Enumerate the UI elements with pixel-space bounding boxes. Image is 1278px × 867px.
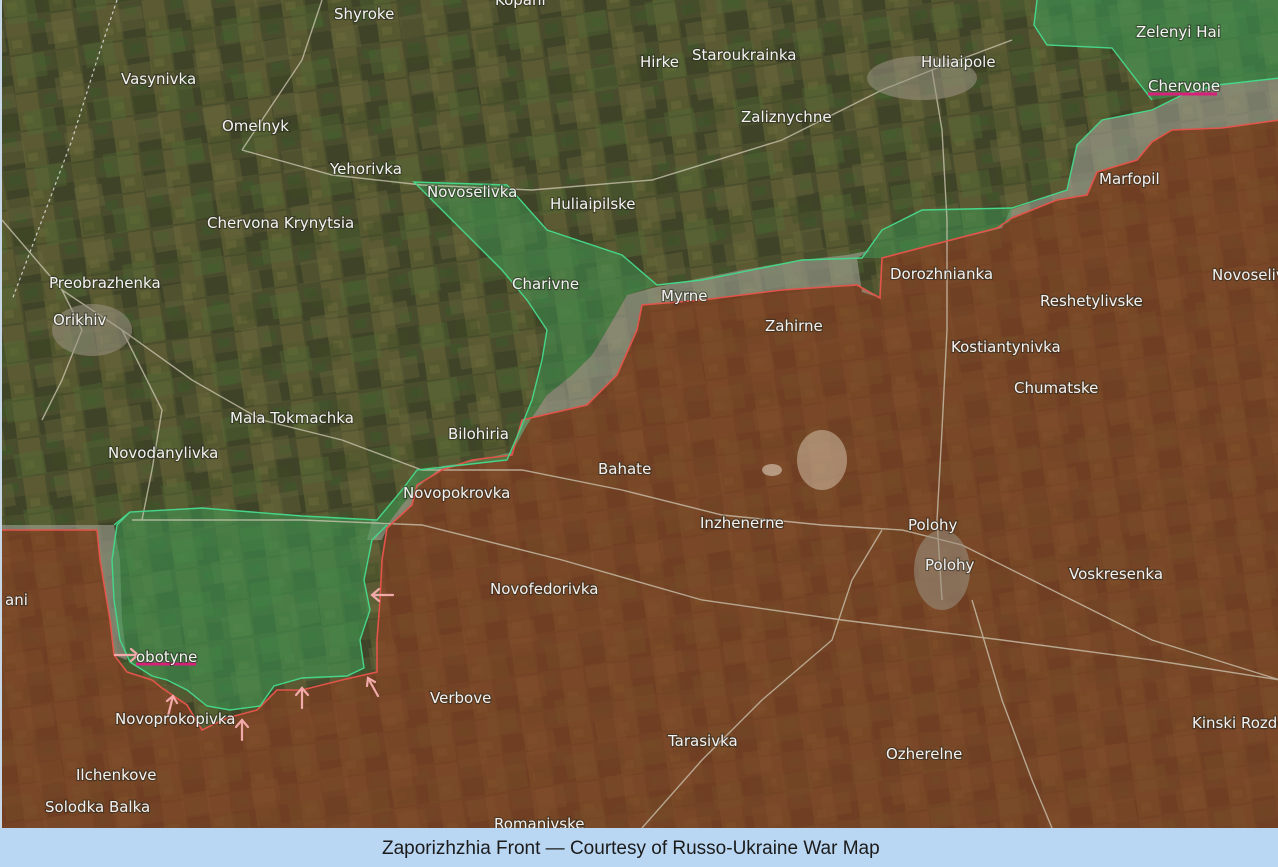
place-label-novopokrovka[interactable]: Novopokrovka [402,483,512,503]
place-label-ozherelne[interactable]: Ozherelne [885,744,964,764]
map-canvas[interactable]: Shyroke Kopani Vasynivka Hirke Staroukra… [2,0,1278,828]
place-label-reshetylivske[interactable]: Reshetylivske [1039,291,1144,311]
place-label-zaliznychne[interactable]: Zaliznychne [740,107,833,127]
place-label-dorozhnianka[interactable]: Dorozhnianka [889,264,994,284]
place-label-shyroke[interactable]: Shyroke [333,4,396,24]
place-label-huliaipole[interactable]: Huliaipole [920,52,997,72]
place-label-novoprokopivka[interactable]: Novoprokopivka [114,709,237,729]
place-label-solodka-balka[interactable]: Solodka Balka [44,797,151,817]
place-label-novofedorivka[interactable]: Novofedorivka [489,579,600,599]
place-label-kinski-rozdory[interactable]: Kinski Rozdo [1191,713,1278,733]
place-label-polohy-2[interactable]: Polohy [924,555,976,575]
map-view[interactable]: Shyroke Kopani Vasynivka Hirke Staroukra… [0,0,1278,828]
place-label-voskresenka[interactable]: Voskresenka [1068,564,1164,584]
caption-bar: Zaporizhzhia Front — Courtesy of Russo-U… [0,828,1278,867]
place-label-bilohiria[interactable]: Bilohiria [447,424,510,444]
place-label-chervona-krynytsia[interactable]: Chervona Krynytsia [206,213,355,233]
place-label-novodanylivka[interactable]: Novodanylivka [107,443,220,463]
place-label-vasynivka[interactable]: Vasynivka [120,69,197,89]
place-label-inzhenerne[interactable]: Inzhenerne [699,513,785,533]
place-label-huliaipilske[interactable]: Huliaipilske [549,194,637,214]
place-label-verbove[interactable]: Verbove [429,688,492,708]
place-label-marfopil[interactable]: Marfopil [1098,169,1161,189]
place-label-yehorivka[interactable]: Yehorivka [328,159,403,179]
place-label-ilchenkove[interactable]: Ilchenkove [75,765,158,785]
place-label-preobrazhenka[interactable]: Preobrazhenka [48,273,162,293]
place-label-robotyne[interactable]: obotyne [135,647,199,667]
place-label-myrne[interactable]: Myrne [660,286,709,306]
place-label-polohy[interactable]: Polohy [907,515,959,535]
place-label-romanivske[interactable]: Romanivske [493,814,586,828]
place-label-mala-tokmachka[interactable]: Mala Tokmachka [229,408,355,428]
place-label-charivne[interactable]: Charivne [511,274,580,294]
place-label-zelenyi-hai[interactable]: Zelenyi Hai [1135,22,1222,42]
place-label-novoselivka-right[interactable]: Novoseliv [1211,265,1278,285]
place-label-tarasivka[interactable]: Tarasivka [666,731,739,751]
place-label-kopani-left[interactable]: ani [4,590,29,610]
place-label-kopani-top[interactable]: Kopani [494,0,547,10]
place-label-hirke[interactable]: Hirke [639,52,680,72]
place-label-orikhiv[interactable]: Orikhiv [52,310,108,330]
place-label-zahirne[interactable]: Zahirne [764,316,824,336]
place-label-novoselivka[interactable]: Novoselivka [426,182,519,202]
place-label-staroukrainka[interactable]: Staroukrainka [691,45,798,65]
map-caption: Zaporizhzhia Front — Courtesy of Russo-U… [382,838,880,859]
place-label-omelnyk[interactable]: Omelnyk [221,116,290,136]
place-label-chumatske[interactable]: Chumatske [1013,378,1100,398]
place-label-kostiantynivka[interactable]: Kostiantynivka [950,337,1062,357]
place-label-chervone[interactable]: Chervone [1147,76,1221,96]
place-label-bahate[interactable]: Bahate [597,459,652,479]
